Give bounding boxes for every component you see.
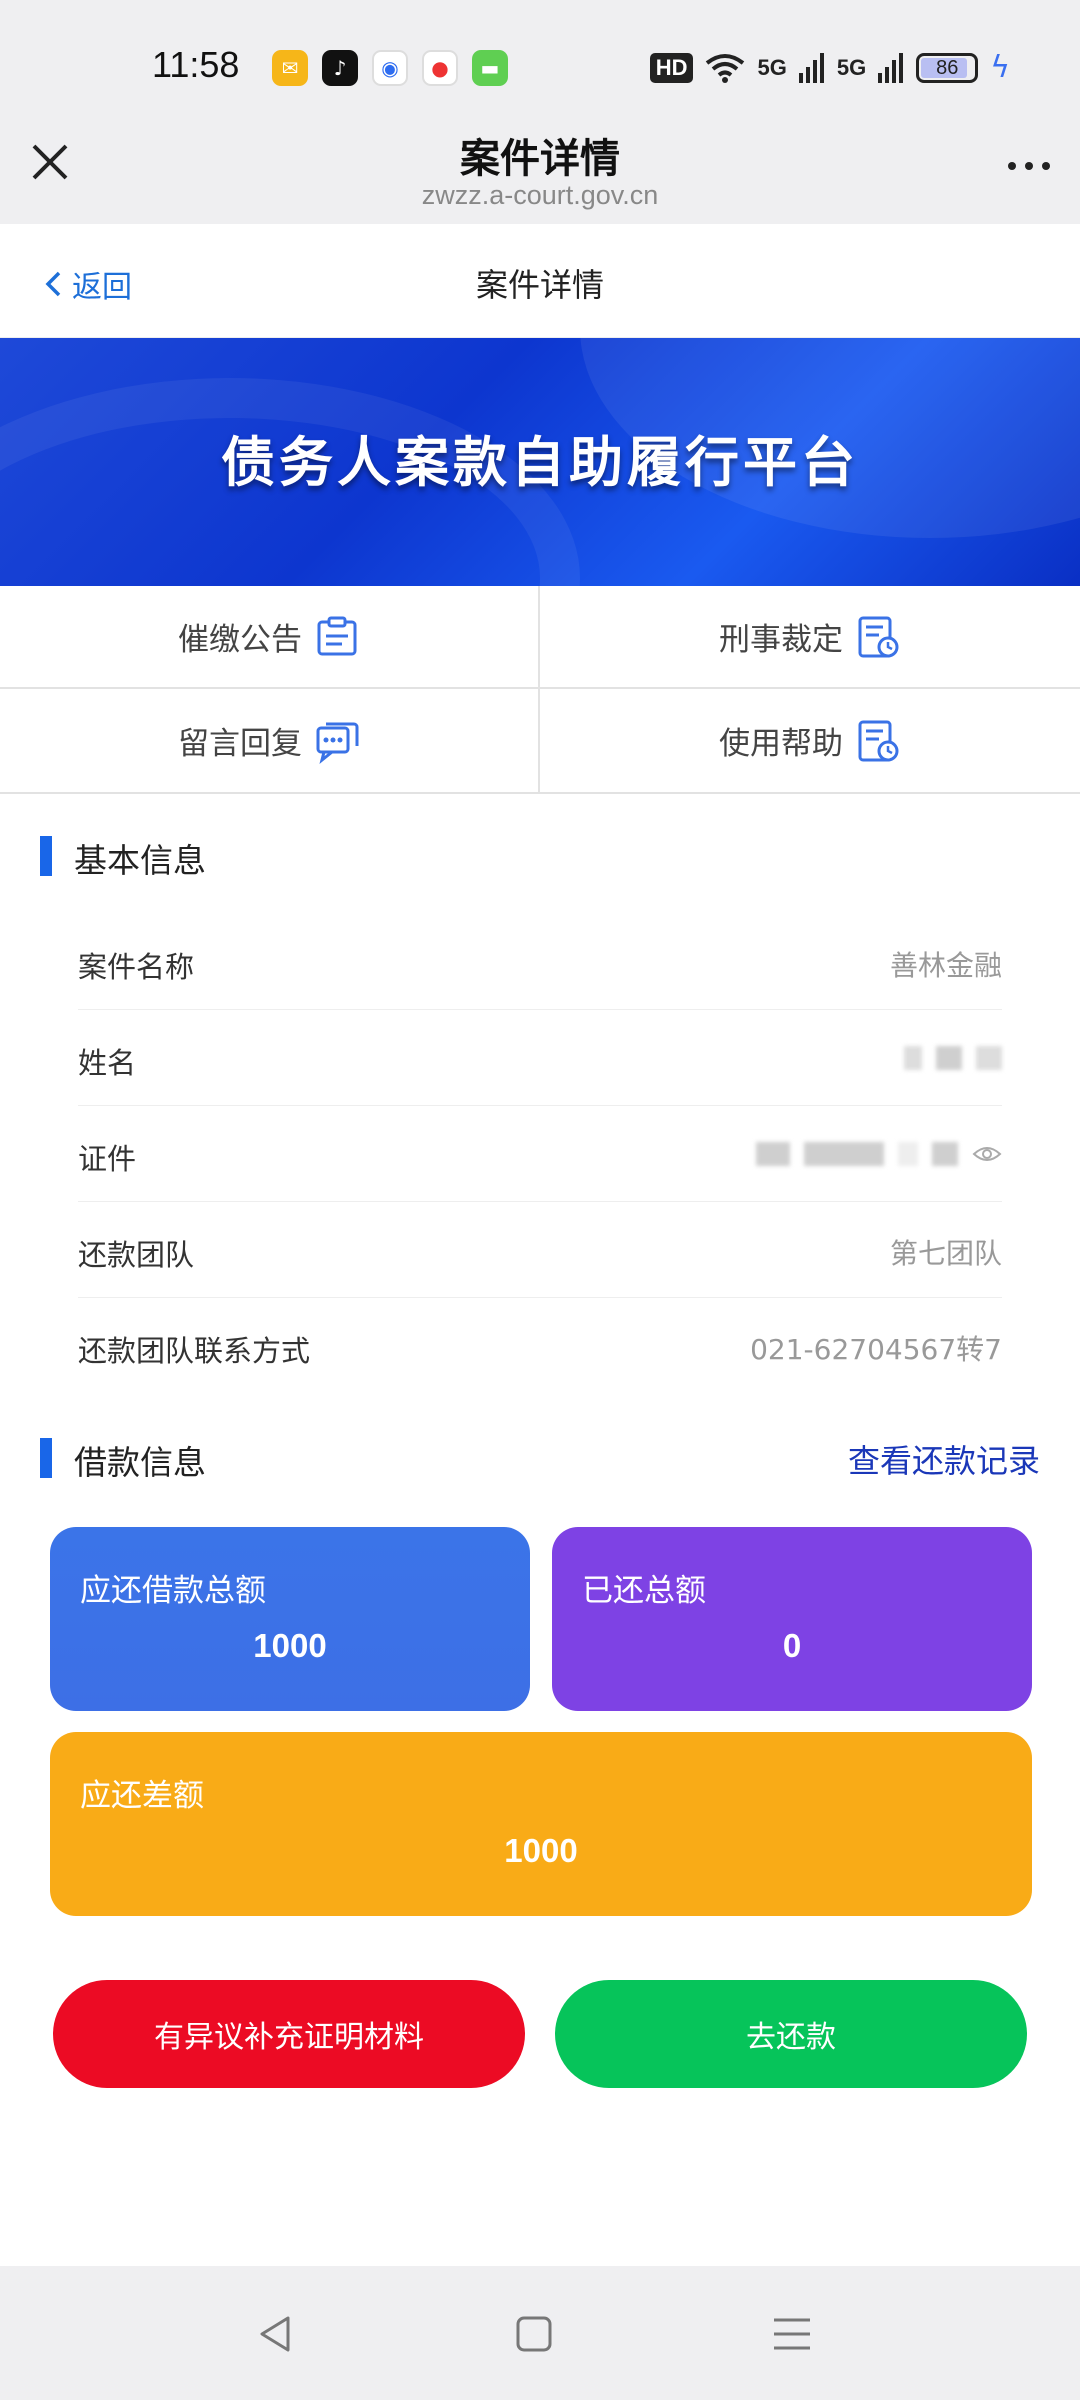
info-label: 案件名称	[78, 950, 195, 984]
section-title: 基本信息	[74, 841, 206, 880]
basic-info-list: 案件名称 善林金融 姓名 证件 还款团队 第七团队 还款团队联系方式 021-6…	[78, 914, 1002, 1394]
status-time: 11:58	[152, 44, 240, 85]
signal-bars-icon	[798, 52, 824, 83]
menu-item-label: 催缴公告	[178, 622, 302, 658]
info-row-name: 姓名	[78, 1010, 1002, 1106]
info-label: 姓名	[78, 1046, 137, 1080]
feature-menu: 催缴公告 刑事裁定 留言回复 使用帮助	[0, 586, 1080, 794]
info-row-case-name: 案件名称 善林金融	[78, 914, 1002, 1010]
hd-icon: HD	[649, 52, 694, 83]
card-value: 1000	[504, 1832, 578, 1869]
view-repayment-records-link[interactable]: 查看还款记录	[848, 1436, 1040, 1482]
browser-header: 案件详情 zwzz.a-court.gov.cn	[0, 120, 1080, 224]
browser-url: zwzz.a-court.gov.cn	[421, 180, 659, 210]
signal-bars-icon	[878, 52, 904, 83]
info-value: 021-62704567转7	[750, 1333, 1002, 1366]
section-marker	[40, 836, 52, 876]
menu-item-ruling[interactable]: 刑事裁定	[540, 586, 1080, 689]
paid-total-card: 已还总额 0	[552, 1527, 1032, 1711]
info-label: 还款团队联系方式	[78, 1334, 311, 1368]
battery-level: 86	[936, 56, 959, 79]
menu-item-help[interactable]: 使用帮助	[540, 689, 1080, 792]
tiktok-icon: ♪	[322, 50, 358, 86]
page-header: 返回 案件详情	[0, 224, 1080, 338]
back-triangle-icon[interactable]	[252, 2310, 300, 2358]
pay-button[interactable]: 去还款	[555, 1980, 1027, 2088]
battery-icon: 86	[916, 52, 979, 83]
platform-banner: 债务人案款自助履行平台	[0, 338, 1080, 586]
menu-item-message[interactable]: 留言回复	[0, 689, 540, 792]
browser-icon: ◉	[372, 50, 408, 86]
maps-icon: ●	[422, 50, 458, 86]
help-icon	[858, 720, 899, 761]
balance-due-card: 应还差额 1000	[50, 1732, 1032, 1916]
info-row-team: 还款团队 第七团队	[78, 1202, 1002, 1298]
page-title: 案件详情	[475, 266, 604, 304]
notice-icon	[317, 616, 357, 655]
signal-5g-icon: 5G	[836, 54, 867, 80]
system-icons: HD 5G 5G 86 ϟ	[649, 50, 1010, 85]
mail-icon: ✉	[272, 50, 308, 86]
eye-icon[interactable]	[972, 1144, 1002, 1164]
menu-item-notice[interactable]: 催缴公告	[0, 586, 540, 689]
menu-lines-icon[interactable]	[768, 2310, 816, 2358]
ruling-icon	[858, 616, 899, 657]
menu-item-label: 留言回复	[178, 726, 302, 762]
loan-info-header: 借款信息 查看还款记录	[0, 1428, 1080, 1488]
notification-icons: ✉ ♪ ◉ ● ▬	[272, 50, 508, 86]
info-row-team-contact: 还款团队联系方式 021-62704567转7	[78, 1298, 1002, 1394]
wifi-icon	[706, 53, 745, 83]
menu-item-label: 使用帮助	[719, 726, 843, 762]
card-label: 应还差额	[80, 1778, 204, 1814]
charging-icon: ϟ	[990, 50, 1010, 85]
section-title: 借款信息	[74, 1443, 206, 1482]
banner-title: 债务人案款自助履行平台	[221, 431, 859, 494]
menu-item-label: 刑事裁定	[719, 622, 843, 658]
signal-5g-icon: 5G	[757, 54, 787, 80]
redacted-value	[904, 1046, 1002, 1070]
total-due-card: 应还借款总额 1000	[50, 1527, 530, 1711]
more-icon[interactable]	[1008, 162, 1050, 170]
basic-info-header: 基本信息	[0, 826, 1080, 886]
info-label: 证件	[78, 1142, 137, 1176]
section-marker	[40, 1438, 52, 1478]
card-label: 已还总额	[582, 1573, 706, 1609]
info-value: 第七团队	[889, 1237, 1002, 1270]
message-icon	[316, 722, 359, 764]
status-bar: 11:58 ✉ ♪ ◉ ● ▬ HD 5G 5G 86 ϟ	[0, 0, 1080, 120]
card-value: 1000	[253, 1627, 327, 1664]
system-navigation-bar	[0, 2266, 1080, 2400]
card-label: 应还借款总额	[80, 1573, 266, 1609]
messages-icon: ▬	[472, 50, 508, 86]
home-square-icon[interactable]	[510, 2310, 558, 2358]
redacted-value	[756, 1142, 1002, 1166]
dispute-button[interactable]: 有异议补充证明材料	[53, 1980, 525, 2088]
info-value: 善林金融	[889, 949, 1002, 982]
card-value: 0	[782, 1627, 802, 1664]
browser-title: 案件详情	[460, 136, 620, 182]
info-label: 还款团队	[78, 1238, 195, 1272]
info-row-id: 证件	[78, 1106, 1002, 1202]
